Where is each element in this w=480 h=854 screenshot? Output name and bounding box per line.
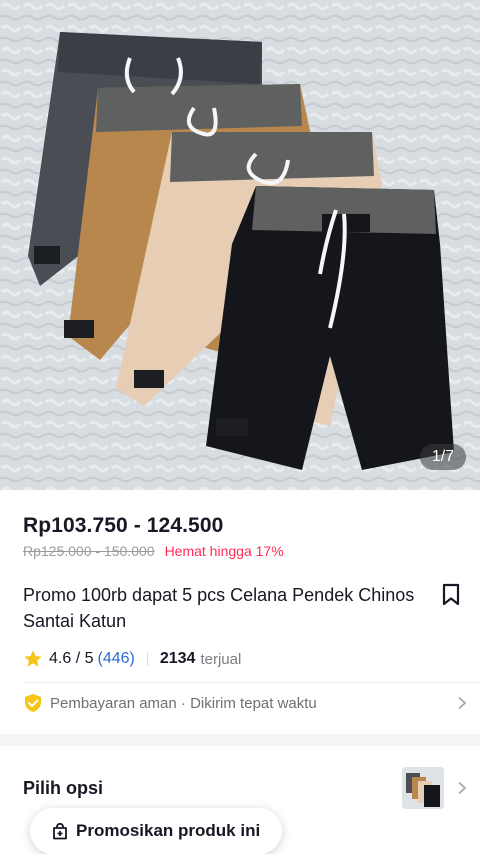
product-title: Promo 100rb dapat 5 pcs Celana Pendek Ch… — [23, 585, 415, 631]
star-icon — [24, 650, 42, 667]
shopping-bag-plus-icon — [53, 822, 67, 839]
select-options-row[interactable]: Pilih opsi — [23, 767, 468, 809]
variant-thumbnail-image — [402, 767, 444, 809]
rating-row[interactable]: 4.6 / 5 (446) 2134 terjual — [23, 648, 241, 670]
product-photo — [0, 0, 480, 490]
rating-score: 4.6 / 5 — [49, 650, 94, 667]
image-counter: 1/7 — [420, 444, 466, 470]
original-price: Rp125.000 - 150.000 — [23, 543, 155, 559]
options-label: Pilih opsi — [23, 777, 104, 798]
sold-count: 2134 — [159, 650, 196, 667]
bookmark-icon[interactable] — [440, 583, 462, 607]
review-count[interactable]: (446) — [97, 650, 134, 668]
variant-thumbnail[interactable] — [402, 767, 444, 809]
divider — [146, 652, 148, 666]
section-gap — [0, 734, 480, 746]
price-range: Rp103.750 - 124.500 — [23, 514, 224, 537]
original-price-row: Rp125.000 - 150.000 Hemat hingga 17% — [23, 543, 284, 559]
chevron-right-icon — [458, 781, 467, 795]
promote-label: Promosikan produk ini — [76, 821, 261, 840]
product-image-gallery[interactable]: 1/7 — [0, 0, 480, 490]
assurance-row[interactable]: Pembayaran aman · Dikirim tepat waktu — [23, 690, 468, 716]
sold-label: terjual — [200, 650, 242, 668]
shield-check-icon — [25, 694, 41, 712]
section-divider — [23, 682, 480, 683]
discount-label: Hemat hingga 17% — [164, 543, 284, 559]
promote-product-button[interactable]: Promosikan produk ini — [30, 808, 283, 854]
assurance-text: Pembayaran aman · Dikirim tepat waktu — [50, 694, 317, 712]
chevron-right-icon — [458, 696, 467, 710]
